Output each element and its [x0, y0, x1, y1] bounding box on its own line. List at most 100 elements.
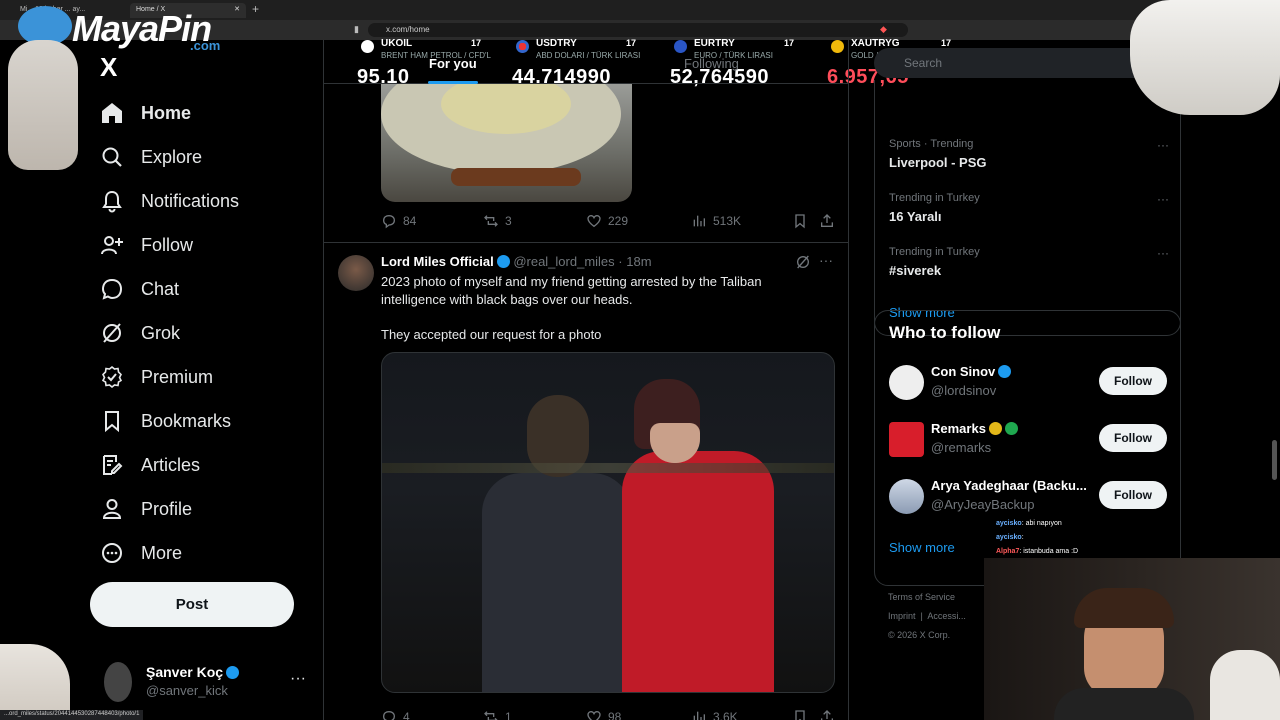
repost-icon — [484, 215, 498, 227]
share-button[interactable] — [819, 213, 841, 229]
avatar — [889, 365, 924, 400]
footer-links: Terms of Service Imprint | Accessi... © … — [888, 588, 966, 645]
nav-bookmarks[interactable]: Bookmarks — [100, 403, 231, 439]
photo-background-lights — [382, 463, 834, 473]
more-options-icon[interactable]: ··· — [1157, 138, 1169, 152]
chat-text: : — [1021, 534, 1024, 541]
repost-icon — [484, 711, 498, 720]
tweet-timestamp[interactable]: · 18m — [618, 254, 651, 269]
like-button[interactable]: 98 — [586, 709, 621, 720]
tab-for-you[interactable]: For you — [429, 56, 477, 71]
follow-button[interactable]: Follow — [1099, 424, 1167, 452]
tweet-author-handle[interactable]: @real_lord_miles — [513, 254, 614, 269]
bookmark-button[interactable] — [792, 709, 814, 720]
who-show-more-link[interactable]: Show more — [889, 540, 955, 555]
avatar — [889, 479, 924, 514]
tweet-photo[interactable] — [381, 352, 835, 693]
grok-explain-icon[interactable] — [795, 254, 811, 270]
who-to-follow-title: Who to follow — [889, 323, 1001, 342]
nav-home[interactable]: Home — [100, 95, 191, 131]
follow-button[interactable]: Follow — [1099, 367, 1167, 395]
nav-notifications[interactable]: Notifications — [100, 183, 239, 219]
affiliate-badge-icon — [1004, 422, 1018, 435]
account-menu-icon[interactable]: ··· — [290, 670, 306, 688]
suggestion-handle: @remarks — [931, 440, 992, 455]
new-tab-button[interactable]: + — [252, 2, 259, 16]
account-handle: @sanver_kick — [146, 683, 228, 698]
previous-tweet-image[interactable] — [381, 84, 632, 202]
verified-badge-icon — [226, 666, 240, 679]
bookmark-button[interactable] — [792, 213, 814, 229]
reply-count: 4 — [403, 710, 410, 720]
cat-sticker-bottom-right — [1210, 650, 1280, 720]
nav-grok[interactable]: Grok — [100, 315, 180, 351]
suggestion-name: Remarks — [931, 421, 986, 436]
account-switcher[interactable]: Şanver Koç @sanver_kick ··· — [104, 660, 314, 704]
repost-button[interactable]: 1 — [483, 709, 512, 720]
verified-gold-badge-icon — [988, 422, 1002, 435]
suggestion-handle: @AryJeayBackup — [931, 497, 1035, 512]
timeline: For you Following 84 3 229 513K Lord Mil… — [323, 40, 849, 720]
bell-icon — [102, 190, 122, 213]
cat-sticker-left — [8, 40, 78, 170]
page-scrollbar[interactable] — [1272, 440, 1277, 480]
more-options-icon[interactable]: ··· — [1157, 246, 1169, 260]
brave-shield-icon[interactable]: ◆ — [880, 24, 887, 35]
imprint-link[interactable]: Imprint — [888, 611, 916, 621]
nav-explore[interactable]: Explore — [100, 139, 202, 175]
terms-link[interactable]: Terms of Service — [888, 592, 955, 602]
nav-articles[interactable]: Articles — [100, 447, 200, 483]
suggestion-handle: @lordsinov — [931, 383, 997, 398]
more-circle-icon — [102, 543, 122, 563]
views-button[interactable]: 513K — [691, 213, 741, 229]
tweet[interactable]: Lord Miles Official @real_lord_miles · 1… — [324, 244, 848, 720]
premium-icon — [101, 365, 123, 389]
avatar[interactable] — [338, 255, 374, 291]
post-button[interactable]: Post — [90, 582, 294, 627]
nav-follow[interactable]: Follow — [100, 227, 193, 263]
nav-premium[interactable]: Premium — [100, 359, 213, 395]
bookmark-icon — [795, 214, 805, 229]
feed-tabs: For you Following — [324, 40, 848, 84]
reply-button[interactable]: 4 — [381, 709, 410, 720]
copyright-text: © 2026 X Corp. — [888, 630, 951, 640]
trend-item[interactable]: Sports · Trending Liverpool - PSG ··· — [889, 138, 1169, 178]
follow-suggestion[interactable]: Arya Yadeghaar (Backu... @AryJeayBackup … — [889, 477, 1169, 517]
nav-profile-label: Profile — [141, 498, 193, 519]
suggestion-name: Arya Yadeghaar (Backu... — [931, 478, 1087, 493]
trend-item[interactable]: Trending in Turkey #siverek ··· — [889, 246, 1169, 286]
nav-profile[interactable]: Profile — [100, 491, 192, 527]
x-logo-icon[interactable]: X — [100, 52, 117, 83]
share-icon — [821, 710, 833, 720]
bookmark-page-icon[interactable]: ▮ — [354, 24, 359, 35]
url-field[interactable]: x.com/home — [368, 23, 908, 37]
like-button[interactable]: 229 — [586, 213, 628, 229]
share-button[interactable] — [819, 709, 841, 720]
more-options-icon[interactable]: ··· — [819, 252, 833, 268]
follow-suggestion[interactable]: Remarks @remarks Follow — [889, 420, 1169, 460]
nav-more[interactable]: More — [100, 535, 182, 571]
follow-suggestion[interactable]: Con Sinov @lordsinov Follow — [889, 363, 1169, 403]
tweet-text-paragraph-1: 2023 photo of myself and my friend getti… — [381, 274, 762, 307]
accessibility-link[interactable]: Accessi... — [927, 611, 966, 621]
more-options-icon[interactable]: ··· — [1157, 192, 1169, 206]
tweet-header: Lord Miles Official @real_lord_miles · 1… — [381, 254, 652, 269]
reply-button[interactable]: 84 — [381, 213, 416, 229]
tweet-author-name[interactable]: Lord Miles Official — [381, 254, 494, 269]
account-name: Şanver Koç — [146, 664, 240, 680]
tweet-actions: 4 1 98 3.6K — [381, 709, 837, 720]
repost-button[interactable]: 3 — [483, 213, 512, 229]
tab-following[interactable]: Following — [684, 56, 739, 71]
views-button[interactable]: 3.6K — [691, 709, 738, 720]
trend-item[interactable]: Trending in Turkey 16 Yaralı ··· — [889, 192, 1169, 232]
webcam-hair — [1074, 588, 1174, 628]
cat-sticker-bottom-left — [0, 644, 70, 720]
trend-category: Trending in Turkey — [889, 192, 980, 204]
nav-chat[interactable]: Chat — [100, 271, 179, 307]
chat-message: aycisko: abi napıyon — [996, 517, 1136, 531]
repost-count: 3 — [505, 214, 512, 228]
verified-badge-icon — [998, 365, 1012, 378]
chat-message: Alpha7: istanbuda ama :D — [996, 545, 1136, 559]
nav-more-label: More — [141, 542, 183, 563]
follow-button[interactable]: Follow — [1099, 481, 1167, 509]
